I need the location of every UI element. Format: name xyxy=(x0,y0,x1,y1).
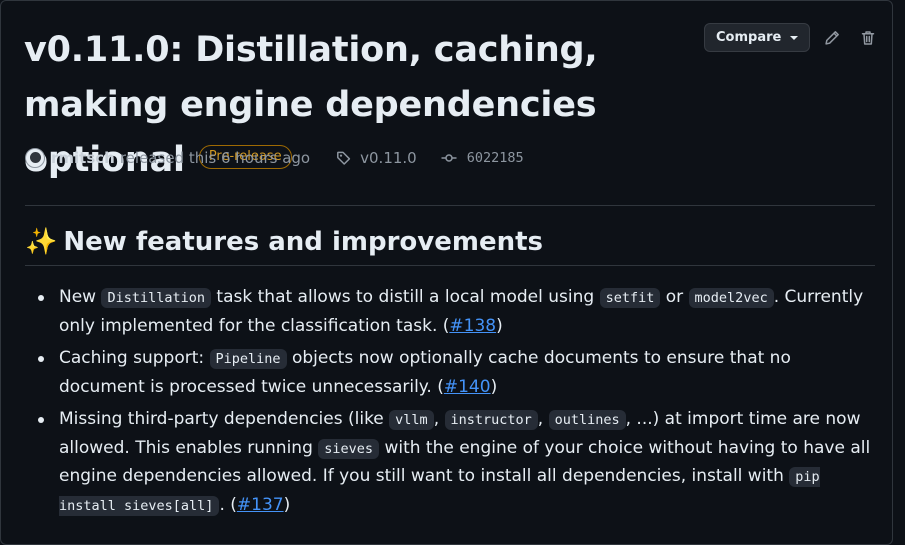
edit-button[interactable] xyxy=(818,24,846,52)
item-text: Missing third-party dependencies (like xyxy=(59,409,390,429)
author-link[interactable]: rmitsch xyxy=(51,149,115,167)
inline-code: setfit xyxy=(599,288,661,308)
item-text: . ( xyxy=(219,494,237,515)
item-text: Caching support: xyxy=(59,348,210,368)
inline-code: vllm xyxy=(389,410,434,430)
issue-link[interactable]: #137 xyxy=(237,495,284,515)
item-text: or xyxy=(660,287,689,307)
item-text: New xyxy=(59,287,102,307)
release-actions: Compare xyxy=(704,23,882,52)
divider xyxy=(25,205,875,206)
inline-code: Distillation xyxy=(101,288,212,308)
commit-link[interactable]: 6022185 xyxy=(441,150,524,166)
inline-code: instructor xyxy=(444,410,538,430)
compare-label: Compare xyxy=(716,30,782,45)
tag-icon xyxy=(337,151,351,165)
tag-name: v0.11.0 xyxy=(360,149,417,167)
trash-icon xyxy=(862,30,875,45)
list-item: New Distillation task that allows to dis… xyxy=(38,284,879,340)
item-text: ) xyxy=(490,376,498,397)
notes-heading: ✨ New features and improvements xyxy=(25,223,875,266)
commit-icon xyxy=(441,154,457,162)
released-text: released this 6 hours ago xyxy=(119,149,311,167)
tag-link[interactable]: v0.11.0 xyxy=(336,149,417,167)
commit-sha: 6022185 xyxy=(466,150,524,166)
release-meta: rmitsch released this 6 hours ago v0.11.… xyxy=(25,148,524,168)
feature-list: New Distillation task that allows to dis… xyxy=(38,284,879,525)
list-item: Caching support: Pipeline objects now op… xyxy=(38,345,879,401)
item-text: task that allows to distill a local mode… xyxy=(211,287,600,307)
notes-heading-text: New features and improvements xyxy=(63,227,543,257)
inline-code: Pipeline xyxy=(209,349,287,369)
pencil-icon xyxy=(825,30,840,45)
item-text: ) xyxy=(283,494,291,515)
list-item: Missing third-party dependencies (like v… xyxy=(38,406,879,520)
inline-code: sieves xyxy=(318,438,380,459)
delete-button[interactable] xyxy=(854,24,882,52)
inline-code: outlines xyxy=(548,410,626,430)
caret-down-icon xyxy=(790,35,799,40)
issue-link[interactable]: #140 xyxy=(444,377,491,397)
release-card: v0.11.0: Distillation, caching, making e… xyxy=(0,0,893,545)
inline-code: model2vec xyxy=(688,288,774,308)
item-text: , xyxy=(537,409,549,429)
item-text: ) xyxy=(496,315,503,336)
sparkles-icon: ✨ xyxy=(25,227,58,257)
avatar[interactable] xyxy=(25,148,45,168)
item-text: , xyxy=(433,409,445,429)
issue-link[interactable]: #138 xyxy=(449,316,496,336)
compare-button[interactable]: Compare xyxy=(704,23,811,52)
